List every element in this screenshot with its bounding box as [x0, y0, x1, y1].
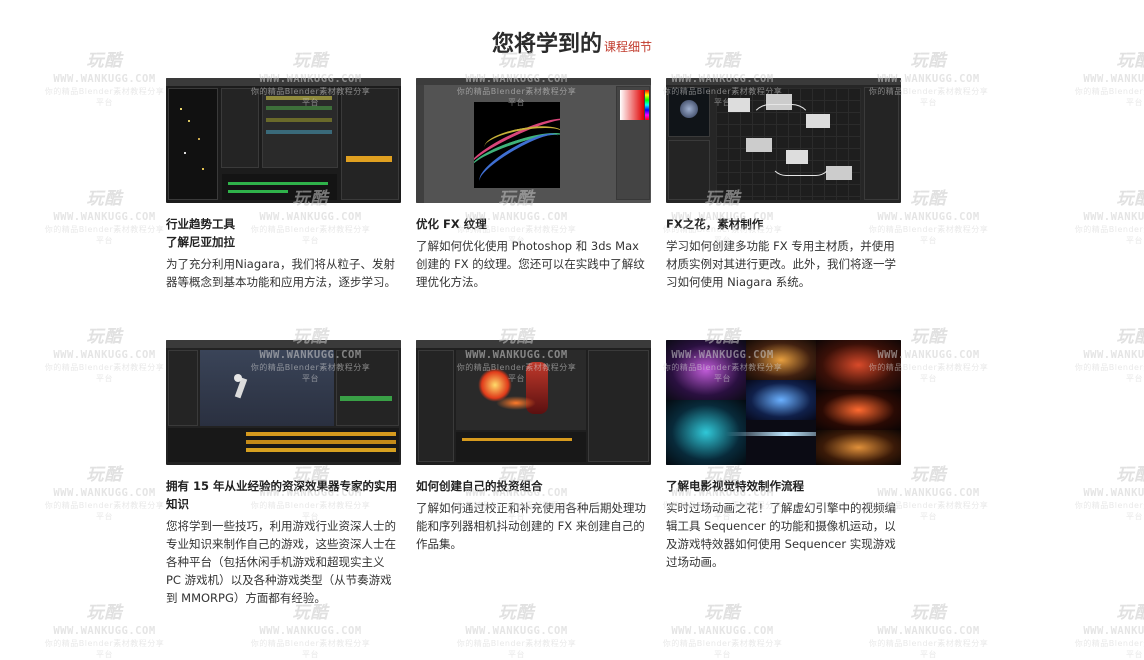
- card-description: 学习如何创建多功能 FX 专用主材质，并使用材质实例对其进行更改。此外，我们将逐…: [666, 239, 896, 289]
- watermark-logo: 玩酷WWW.WANKUGG.COM你的精品Blender素材教程分享平台: [44, 603, 165, 659]
- watermark-logo: 玩酷WWW.WANKUGG.COM你的精品Blender素材教程分享平台: [44, 327, 165, 383]
- thumbnail-niagara-editor: [166, 78, 401, 203]
- watermark-logo: 玩酷WWW.WANKUGG.COM你的精品Blender素材教程分享平台: [456, 603, 577, 659]
- feature-card-portfolio: 如何创建自己的投资组合 了解如何通过校正和补充使用各种后期处理功能和序列器相机抖…: [416, 340, 652, 553]
- card-title: FX之花，素材制作: [666, 217, 764, 231]
- watermark-logo: 玩酷WWW.WANKUGG.COM你的精品Blender素材教程分享平台: [1074, 327, 1144, 383]
- thumbnail-photoshop: [416, 78, 651, 203]
- card-description: 了解如何通过校正和补充使用各种后期处理功能和序列器相机抖动创建的 FX 来创建自…: [416, 501, 646, 551]
- card-title: 如何创建自己的投资组合: [416, 479, 543, 493]
- card-description: 了解如何优化使用 Photoshop 和 3ds Max 创建的 FX 的纹理。…: [416, 239, 645, 289]
- watermark-logo: 玩酷WWW.WANKUGG.COM你的精品Blender素材教程分享平台: [250, 603, 371, 659]
- section-subtitle: 课程细节: [604, 40, 653, 54]
- feature-card-material: FX之花，素材制作 学习如何创建多功能 FX 专用主材质，并使用材质实例对其进行…: [666, 78, 902, 291]
- card-description: 您将学到一些技巧，利用游戏行业资深人士的专业知识来制作自己的游戏，这些资深人士在…: [166, 519, 396, 605]
- watermark-logo: 玩酷WWW.WANKUGG.COM你的精品Blender素材教程分享平台: [44, 189, 165, 245]
- watermark-logo: 玩酷WWW.WANKUGG.COM你的精品Blender素材教程分享平台: [44, 465, 165, 521]
- section-title: 您将学到的: [491, 32, 602, 57]
- section-header: 您将学到的 课程细节: [0, 26, 1144, 58]
- watermark-logo: 玩酷WWW.WANKUGG.COM你的精品Blender素材教程分享平台: [868, 603, 989, 659]
- card-title: 优化 FX 纹理: [416, 217, 487, 231]
- card-title: 拥有 15 年从业经验的资深效果器专家的实用知识: [166, 479, 398, 511]
- feature-card-cinematic-vfx: 了解电影视觉特效制作流程 实时过场动画之花！了解虚幻引擎中的视频编辑工具 Seq…: [666, 340, 902, 571]
- feature-card-fx-texture: 优化 FX 纹理 了解如何优化使用 Photoshop 和 3ds Max 创建…: [416, 78, 652, 291]
- thumbnail-fire-effect: [416, 340, 651, 465]
- card-description: 实时过场动画之花！了解虚幻引擎中的视频编辑工具 Sequencer 的功能和摄像…: [666, 501, 896, 569]
- feature-card-expert-knowledge: 拥有 15 年从业经验的资深效果器专家的实用知识 您将学到一些技巧，利用游戏行业…: [166, 340, 402, 607]
- card-description: 为了充分利用Niagara，我们将从粒子、发射器等概念到基本功能和应用方法，逐步…: [166, 257, 396, 289]
- thumbnail-material-graph: [666, 78, 901, 203]
- watermark-logo: 玩酷WWW.WANKUGG.COM你的精品Blender素材教程分享平台: [1074, 603, 1144, 659]
- card-title: 了解电影视觉特效制作流程: [666, 479, 804, 493]
- thumbnail-vfx-collage: [666, 340, 901, 465]
- watermark-logo: 玩酷WWW.WANKUGG.COM你的精品Blender素材教程分享平台: [1074, 189, 1144, 245]
- thumbnail-character-fx-editor: [166, 340, 401, 465]
- watermark-logo: 玩酷WWW.WANKUGG.COM你的精品Blender素材教程分享平台: [662, 603, 783, 659]
- feature-card-niagara: 行业趋势工具 了解尼亚加拉 为了充分利用Niagara，我们将从粒子、发射器等概…: [166, 78, 402, 291]
- watermark-logo: 玩酷WWW.WANKUGG.COM你的精品Blender素材教程分享平台: [1074, 465, 1144, 521]
- card-title: 行业趋势工具 了解尼亚加拉: [166, 217, 235, 249]
